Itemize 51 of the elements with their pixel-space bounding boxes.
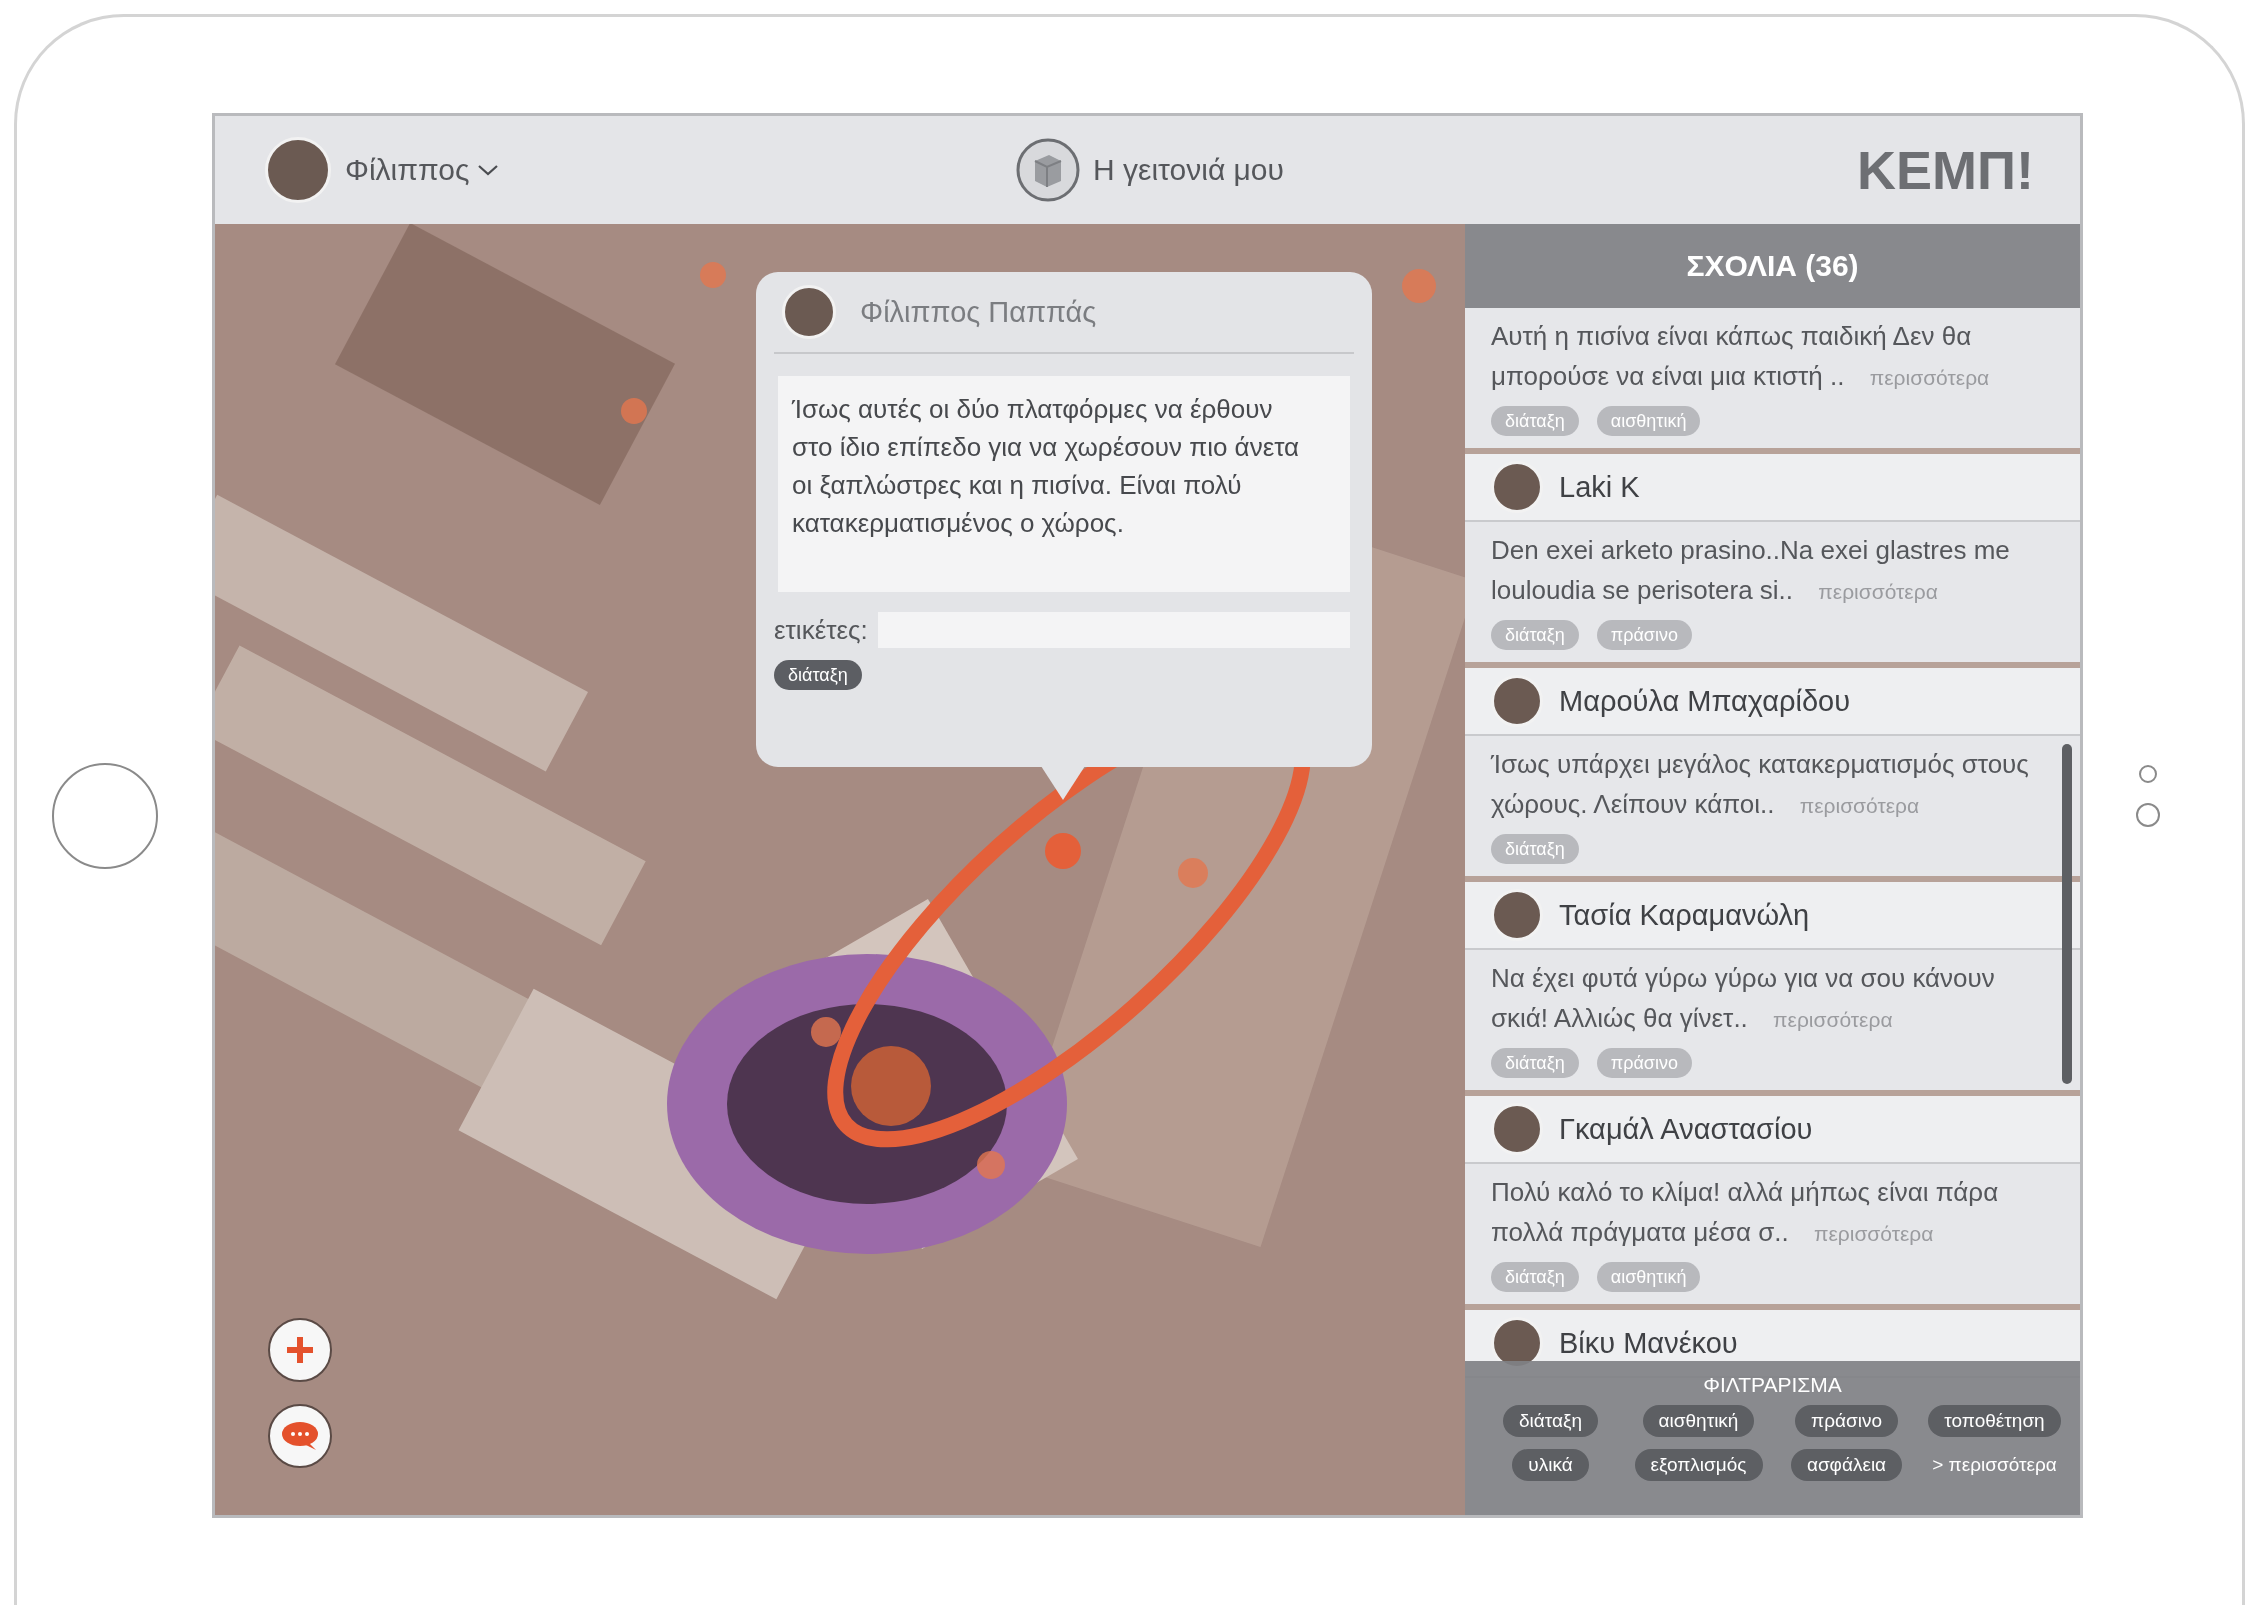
more-link[interactable]: περισσότερα [1799, 794, 1920, 817]
commenter-name: Τασία Καραμανώλη [1559, 898, 1810, 932]
filter-tag[interactable]: υλικά [1512, 1449, 1589, 1481]
author-name: Φίλιππος Παππάς [860, 295, 1097, 329]
tag-chip[interactable]: αισθητική [1596, 1262, 1701, 1292]
logo: ΚΕΜΠ! [1856, 139, 2034, 201]
comment-text: Den exei arketo prasino..Na exei glastres me louloudia se perisotera si.. περισσότερα [1491, 534, 2011, 607]
camera-icon [2138, 765, 2157, 783]
filter-tag[interactable]: τοποθέτηση [1928, 1405, 2061, 1437]
commenter-name: Laki K [1559, 470, 1640, 504]
more-link[interactable]: > περισσότερα [1932, 1454, 2057, 1476]
scrollbar[interactable] [2062, 744, 2072, 1084]
neighborhood-button[interactable]: Η γειτονιά μου [1015, 137, 1284, 203]
tag-chip[interactable]: διάταξη [774, 660, 862, 690]
panel-header: ΣΧΟΛΙΑ (36) [1465, 224, 2080, 308]
tag-chip[interactable]: διάταξη [1491, 406, 1579, 436]
commenter-name: Γκαμάλ Αναστασίου [1559, 1112, 1813, 1146]
speech-bubble-icon [280, 1420, 320, 1452]
home-button[interactable] [51, 763, 158, 869]
filter-tag[interactable]: αισθητική [1642, 1405, 1755, 1437]
more-link[interactable]: περισσότερα [1813, 1222, 1934, 1245]
avatar [782, 285, 836, 339]
more-link[interactable]: περισσότερα [1818, 580, 1938, 603]
filter-tag[interactable]: εξοπλισμός [1634, 1449, 1763, 1481]
tag-chip[interactable]: διάταξη [1491, 834, 1579, 864]
sensor-icon [2135, 803, 2160, 827]
more-link[interactable]: περισσότερα [1773, 1008, 1893, 1031]
comment-text: Αυτή η πισίνα είναι κάπως παιδική Δεν θα μπορούσε να είναι μια κτιστή .. περισσότερα [1491, 320, 1991, 393]
comment-text-field[interactable]: Ίσως αυτές οι δύο πλατφόρμες να έρθουν στο ίδιο επίπεδο για να χωρέσουν πιο άνετα οι ξαπλώστρες και η πισίνα. Είναι πολύ κατακερματισμένος ο χώρος. [778, 376, 1350, 592]
tag-chip[interactable]: πράσινο [1596, 1048, 1692, 1078]
tag-chip[interactable]: αισθητική [1596, 406, 1701, 436]
commenter-name: Βίκυ Μανέκου [1559, 1326, 1738, 1360]
filter-tag[interactable]: πράσινο [1795, 1405, 1898, 1437]
tag-chip[interactable]: διάταξη [1491, 1262, 1579, 1292]
tag-chip[interactable]: διάταξη [1491, 620, 1579, 650]
filter-title: ΦΙΛΤΡΑΡΙΣΜΑ [1703, 1373, 1842, 1397]
comment-text: Ίσως υπάρχει μεγάλος κατακερματισμός στους χώρους. Λείπουν κάποι.. περισσότερα [1491, 748, 2030, 821]
marker-pin-icon[interactable] [1043, 831, 1083, 871]
commenter-name: Μαρούλα Μπαχαρίδου [1559, 684, 1851, 718]
more-link[interactable]: περισσότερα [1869, 366, 1990, 389]
comment-text: Πολύ καλό το κλίμα! αλλά μήπως είναι πάρα πολλά πράγματα μέσα σ.. περισσότερα [1491, 1176, 2000, 1249]
cube-icon [1015, 137, 1082, 203]
filter-tag[interactable]: διάταξη [1502, 1405, 1599, 1437]
comment-text: Να έχει φυτά γύρω γύρω για να σου κάνουν σκιά! Αλλιώς θα γίνετ.. περισσότερα [1491, 962, 1996, 1035]
tags-label: ετικέτες: [774, 614, 868, 646]
plus-icon [285, 1335, 315, 1365]
tag-chip[interactable]: διάταξη [1491, 1048, 1579, 1078]
filter-tag[interactable]: ασφάλεια [1790, 1449, 1903, 1481]
tag-chip[interactable]: πράσινο [1596, 620, 1692, 650]
chevron-down-icon [477, 163, 500, 177]
user-menu-button[interactable]: Φίλιππος [345, 153, 500, 187]
